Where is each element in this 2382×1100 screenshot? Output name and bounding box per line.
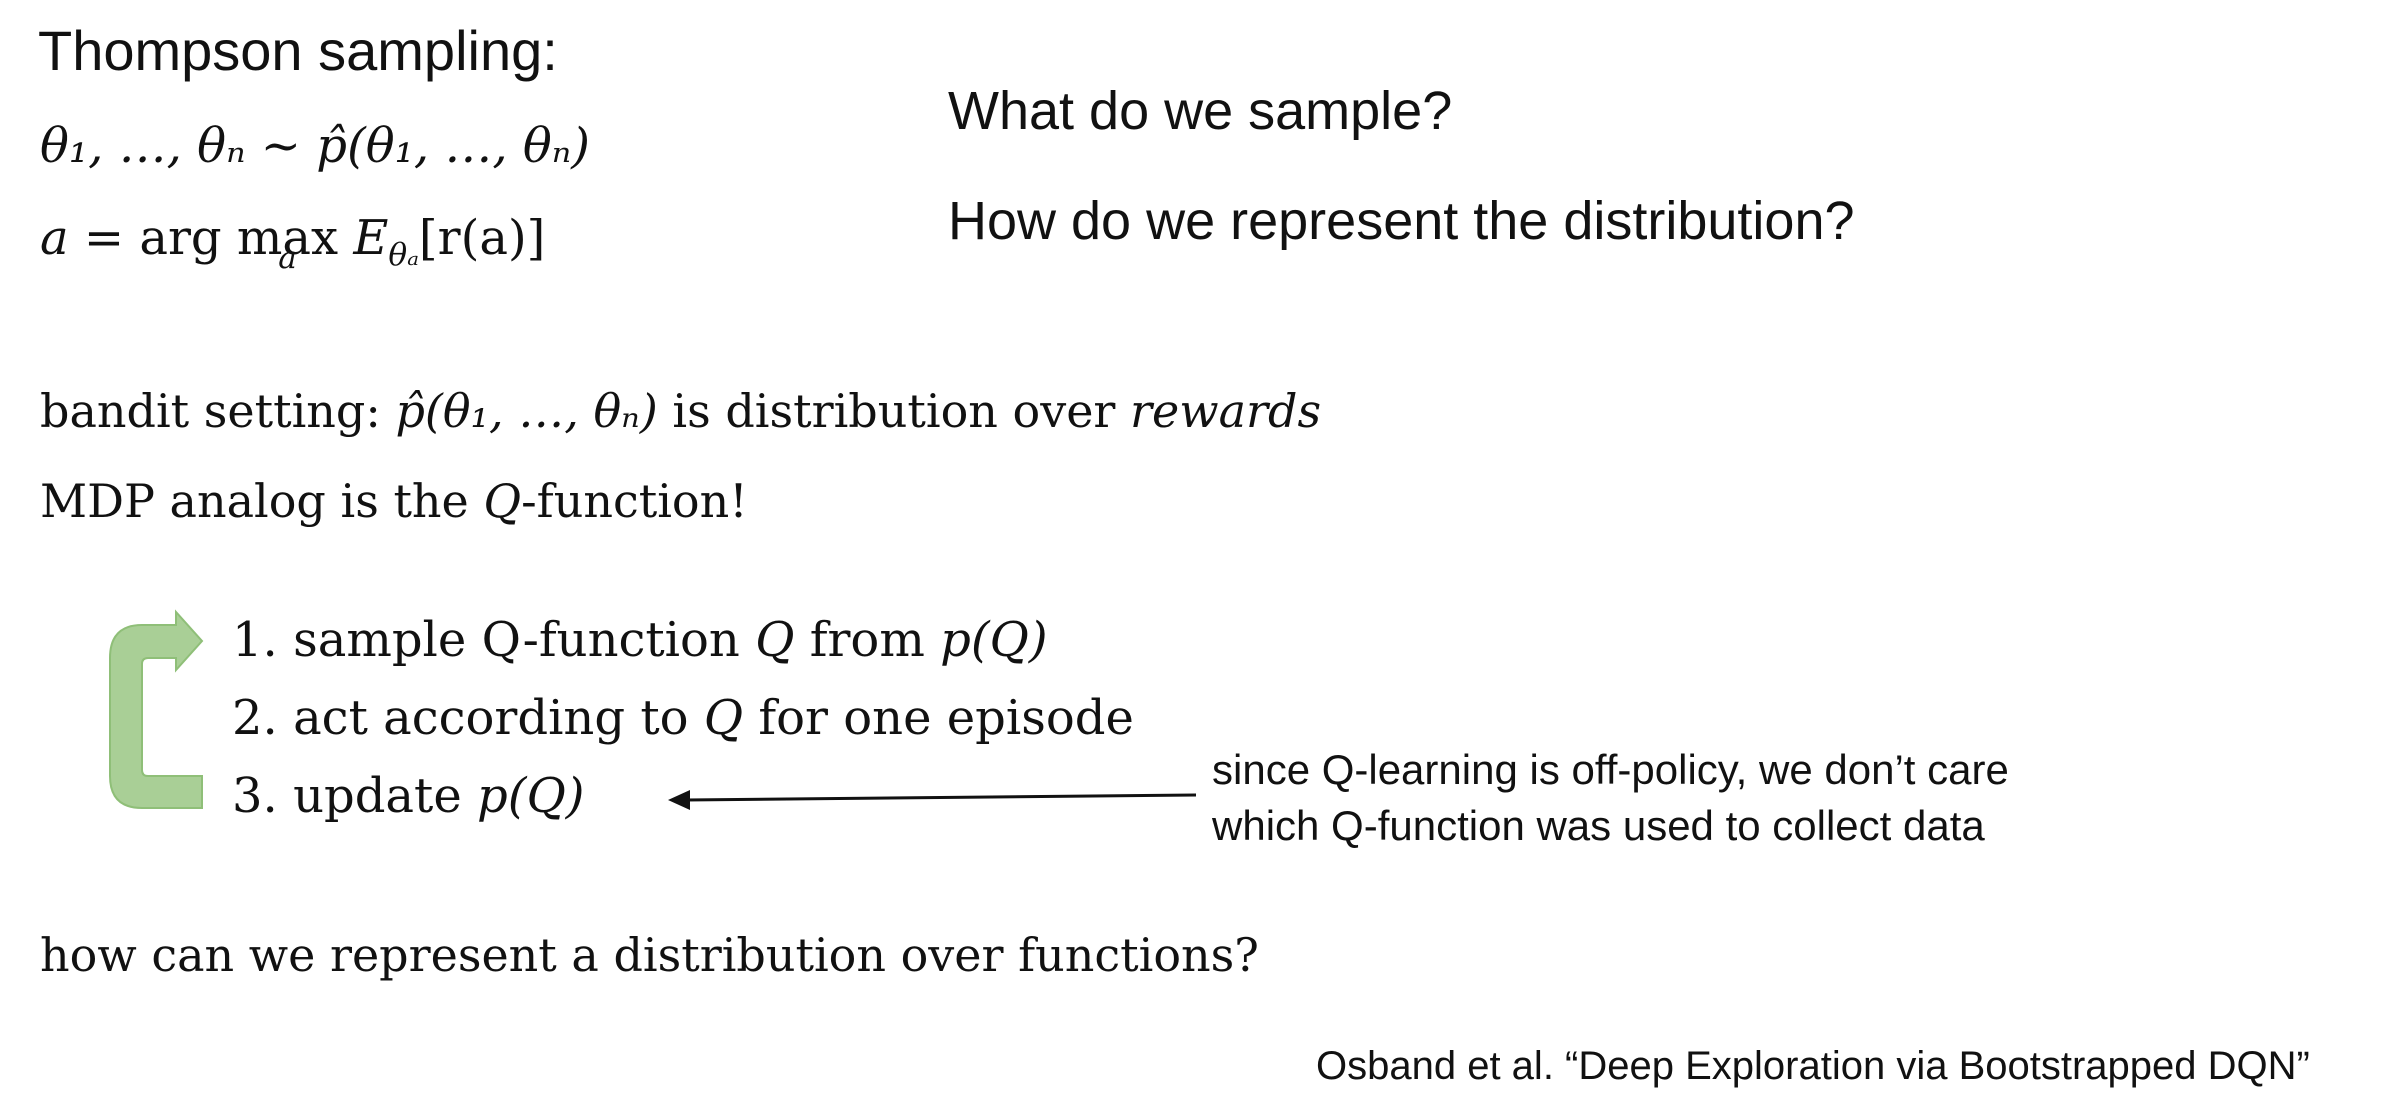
left-arrow-icon xyxy=(668,790,690,810)
slide-graphics xyxy=(109,609,1197,810)
loop-arrow-icon xyxy=(109,609,204,809)
pointer-arrow-line xyxy=(685,793,1197,802)
